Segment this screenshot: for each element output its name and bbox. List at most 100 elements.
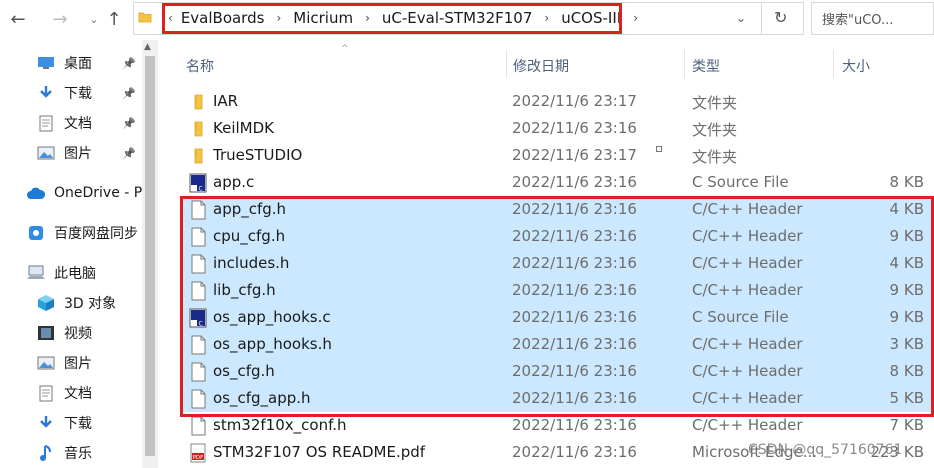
file-date: 2022/11/6 23:16: [512, 227, 637, 245]
file-date: 2022/11/6 23:16: [512, 362, 637, 380]
file-size: 8 KB: [889, 173, 924, 191]
sidebar-item-label: 桌面: [64, 56, 92, 72]
file-date: 2022/11/6 23:16: [512, 416, 637, 434]
sidebar-item[interactable]: 文档: [36, 382, 92, 404]
file-date: 2022/11/6 23:16: [512, 254, 637, 272]
sidebar-item-label: 此电脑: [54, 266, 96, 282]
column-header-name[interactable]: 名称: [186, 56, 214, 76]
file-date: 2022/11/6 23:16: [512, 281, 637, 299]
file-name: app_cfg.h: [213, 200, 287, 218]
table-row[interactable]: app_cfg.h 2022/11/6 23:16 C/C++ Header 4 KB: [182, 196, 934, 223]
column-header-size[interactable]: 大小: [842, 56, 870, 76]
desktop-icon: [36, 54, 56, 72]
svg-text:C: C: [199, 186, 203, 193]
file-date: 2022/11/6 23:16: [512, 389, 637, 407]
breadcrumb-separator-icon[interactable]: ›: [633, 11, 638, 25]
column-divider[interactable]: [833, 50, 834, 78]
header-file-icon: [188, 335, 208, 355]
file-name: app.c: [213, 173, 255, 191]
sidebar-scrollbar-thumb[interactable]: [145, 56, 155, 456]
column-header-type[interactable]: 类型: [692, 56, 720, 76]
cube-icon: [36, 294, 56, 312]
sidebar-item[interactable]: 3D 对象: [36, 292, 116, 314]
sidebar-item-label: 下载: [64, 86, 92, 102]
sidebar-item[interactable]: 视频: [36, 322, 92, 344]
video-icon: [36, 324, 56, 342]
pin-icon[interactable]: 📌: [122, 117, 136, 130]
file-type: C/C++ Header: [692, 254, 803, 272]
document-icon: [36, 384, 56, 402]
table-row[interactable]: cpu_cfg.h 2022/11/6 23:16 C/C++ Header 9 KB: [182, 223, 934, 250]
address-dropdown-icon[interactable]: ⌄: [736, 11, 746, 25]
table-row[interactable]: os_cfg_app.h 2022/11/6 23:16 C/C++ Header 5…: [182, 385, 934, 412]
file-name: cpu_cfg.h: [213, 227, 286, 245]
header-file-icon: [188, 200, 208, 220]
file-type: 文件夹: [692, 94, 738, 112]
c-source-file-icon: C: [188, 308, 208, 328]
pin-icon[interactable]: 📌: [122, 147, 136, 160]
file-size: 9 KB: [889, 227, 924, 245]
table-row[interactable]: os_cfg.h 2022/11/6 23:16 C/C++ Header 8 KB: [182, 358, 934, 385]
sidebar-item-label: 音乐: [64, 446, 92, 462]
sidebar-item-label: 图片: [64, 146, 92, 162]
scroll-up-icon[interactable]: ▲: [144, 42, 151, 52]
sidebar-item[interactable]: 桌面: [36, 52, 92, 74]
document-icon: [36, 114, 56, 132]
recent-locations-chevron-icon[interactable]: ⌄: [84, 10, 104, 30]
pin-icon[interactable]: 📌: [122, 87, 136, 100]
table-row[interactable]: Cos_app_hooks.c 2022/11/6 23:16 C Source F…: [182, 304, 934, 331]
pdf-file-icon: PDF: [188, 443, 208, 463]
table-row[interactable]: IAR 2022/11/6 23:17 文件夹: [182, 88, 934, 115]
refresh-icon[interactable]: ↻: [774, 8, 787, 27]
sidebar-item-label: 百度网盘同步: [54, 226, 138, 242]
file-name: os_cfg.h: [213, 362, 275, 380]
file-name: STM32F107 OS README.pdf: [213, 443, 426, 461]
table-row[interactable]: os_app_hooks.h 2022/11/6 23:16 C/C++ Heade…: [182, 331, 934, 358]
table-row[interactable]: Capp.c 2022/11/6 23:16 C Source File 8 KB: [182, 169, 934, 196]
watermark: CSDN @qq_57160761: [748, 442, 903, 458]
svg-text:C: C: [199, 321, 203, 328]
column-divider[interactable]: [684, 50, 685, 78]
back-arrow-icon[interactable]: ←: [8, 10, 28, 30]
sidebar-item-label: OneDrive - P: [54, 185, 143, 201]
table-row[interactable]: lib_cfg.h 2022/11/6 23:16 C/C++ Header 9 KB: [182, 277, 934, 304]
sidebar-item[interactable]: 百度网盘同步: [26, 222, 138, 244]
file-name: lib_cfg.h: [213, 281, 276, 299]
file-name: includes.h: [213, 254, 290, 272]
svg-text:PDF: PDF: [193, 455, 204, 461]
sort-caret-icon: ^: [341, 44, 349, 54]
up-arrow-icon[interactable]: ↑: [104, 10, 124, 30]
sidebar-item[interactable]: 图片: [36, 352, 92, 374]
file-name: IAR: [213, 92, 239, 110]
column-header-date[interactable]: 修改日期: [513, 56, 569, 76]
sidebar-item[interactable]: 文档: [36, 112, 92, 134]
header-file-icon: [188, 227, 208, 247]
address-highlight-box: [162, 3, 622, 34]
forward-arrow-icon[interactable]: →: [50, 10, 70, 30]
picture-icon: [36, 144, 56, 162]
table-row[interactable]: includes.h 2022/11/6 23:16 C/C++ Header 4 K…: [182, 250, 934, 277]
file-type: C/C++ Header: [692, 362, 803, 380]
sidebar-item-label: 视频: [64, 326, 92, 342]
file-size: 5 KB: [889, 389, 924, 407]
sidebar-item[interactable]: 此电脑: [26, 262, 96, 284]
column-divider[interactable]: [506, 50, 507, 78]
file-size: 9 KB: [889, 308, 924, 326]
file-date: 2022/11/6 23:16: [512, 308, 637, 326]
sidebar-item[interactable]: 图片: [36, 142, 92, 164]
table-row[interactable]: stm32f10x_conf.h 2022/11/6 23:16 C/C++ Hea…: [182, 412, 934, 439]
file-date: 2022/11/6 23:16: [512, 173, 637, 191]
download-icon: [36, 414, 56, 432]
sidebar-item[interactable]: OneDrive - P: [26, 182, 142, 204]
sidebar-item[interactable]: 下载: [36, 412, 92, 434]
table-row[interactable]: TrueSTUDIO 2022/11/6 23:17 文件夹: [182, 142, 934, 169]
table-row[interactable]: KeilMDK 2022/11/6 23:16 文件夹: [182, 115, 934, 142]
sidebar-item[interactable]: 下载: [36, 82, 92, 104]
file-date: 2022/11/6 23:17: [512, 92, 637, 110]
pin-icon[interactable]: 📌: [122, 57, 136, 70]
search-placeholder: 搜索"uCO...: [822, 13, 894, 28]
file-name: stm32f10x_conf.h: [213, 416, 347, 434]
sidebar-item[interactable]: 音乐: [36, 442, 92, 464]
header-file-icon: [188, 281, 208, 301]
file-name: os_app_hooks.c: [213, 308, 331, 326]
